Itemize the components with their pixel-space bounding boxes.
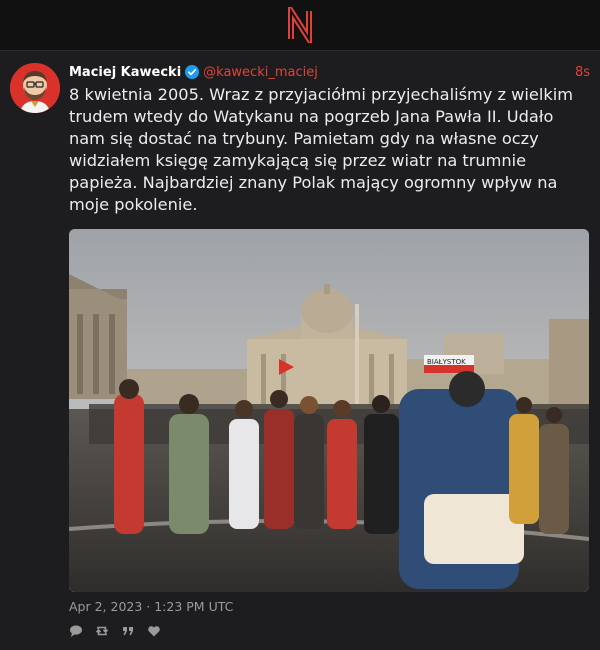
author-handle[interactable]: @kawecki_maciej <box>203 65 318 80</box>
like-icon[interactable] <box>147 624 161 638</box>
photo-banner-text: BIAŁYSTOK <box>427 358 466 366</box>
tweet-text: 8 kwietnia 2005. Wraz z przyjaciółmi prz… <box>69 85 573 214</box>
avatar[interactable] <box>10 63 60 113</box>
repost-icon[interactable] <box>95 624 109 638</box>
author-name[interactable]: Maciej Kawecki <box>69 65 181 80</box>
tweet-time[interactable]: 8s <box>575 65 590 80</box>
quote-icon[interactable] <box>121 624 135 638</box>
nitter-logo[interactable] <box>285 7 315 43</box>
top-bar <box>0 0 600 51</box>
tweet-date[interactable]: Apr 2, 2023 · 1:23 PM UTC <box>69 599 233 614</box>
tweet-header: Maciej Kawecki @kawecki_maciej 8s <box>69 61 590 83</box>
verified-badge-icon <box>185 65 200 79</box>
tweet-photo[interactable]: BIAŁYSTOK <box>69 229 589 592</box>
tweet: Maciej Kawecki @kawecki_maciej 8s 8 kwie… <box>0 51 600 650</box>
tweet-actions <box>69 624 161 638</box>
reply-icon[interactable] <box>69 624 83 638</box>
